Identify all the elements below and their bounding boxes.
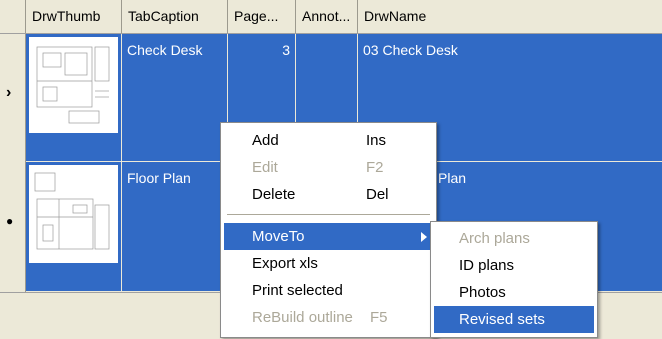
submenu-item-id-plans[interactable]: ID plans bbox=[434, 252, 594, 279]
menu-item-add[interactable]: Add Ins bbox=[224, 127, 433, 154]
drawing-thumbnail-image bbox=[36, 46, 110, 124]
submenu-item-label: Arch plans bbox=[459, 230, 530, 247]
menu-item-label: Export xls bbox=[252, 255, 318, 272]
menu-item-label: ReBuild outline bbox=[252, 309, 353, 326]
menu-item-label: Print selected bbox=[252, 282, 343, 299]
thumbnail-cell[interactable] bbox=[26, 162, 122, 292]
menu-item-shortcut: Del bbox=[366, 186, 389, 203]
row-indicator[interactable]: ● bbox=[0, 162, 26, 292]
drawing-thumbnail bbox=[29, 37, 118, 133]
column-header-tabcaption[interactable]: TabCaption bbox=[122, 0, 228, 33]
submenu-item-revised-sets[interactable]: Revised sets bbox=[434, 306, 594, 333]
menu-item-shortcut: Ins bbox=[366, 132, 387, 149]
menu-item-print-selected[interactable]: Print selected bbox=[224, 277, 433, 304]
column-header-annot[interactable]: Annot... bbox=[296, 0, 358, 33]
context-menu: Add Ins Edit F2 Delete Del MoveTo Export… bbox=[220, 122, 437, 338]
menu-item-shortcut: F5 bbox=[370, 309, 388, 326]
column-header-drwname[interactable]: DrwName bbox=[358, 0, 662, 33]
menu-separator bbox=[227, 214, 430, 215]
row-dot-icon: ● bbox=[6, 214, 14, 228]
menu-item-shortcut: F2 bbox=[366, 159, 384, 176]
moveto-submenu: Arch plans ID plans Photos Revised sets bbox=[430, 221, 598, 338]
menu-item-rebuild-outline[interactable]: ReBuild outline F5 bbox=[224, 304, 433, 331]
menu-item-edit[interactable]: Edit F2 bbox=[224, 154, 433, 181]
header-corner bbox=[0, 0, 26, 33]
menu-item-label: Delete bbox=[252, 186, 296, 203]
menu-item-label: MoveTo bbox=[252, 228, 305, 245]
menu-item-delete[interactable]: Delete Del bbox=[224, 181, 433, 208]
submenu-item-label: Revised sets bbox=[459, 311, 545, 328]
submenu-item-label: ID plans bbox=[459, 257, 515, 274]
menu-item-label: Edit bbox=[252, 159, 278, 176]
table-cell-tabcaption[interactable]: Floor Plan bbox=[122, 162, 228, 292]
menu-item-export-xls[interactable]: Export xls bbox=[224, 250, 433, 277]
column-header-drwthumb[interactable]: DrwThumb bbox=[26, 0, 122, 33]
grid-header: DrwThumb TabCaption Page... Annot... Drw… bbox=[0, 0, 662, 34]
menu-item-moveto[interactable]: MoveTo bbox=[224, 223, 433, 250]
row-indicator[interactable]: › bbox=[0, 34, 26, 162]
submenu-item-photos[interactable]: Photos bbox=[434, 279, 594, 306]
submenu-item-arch-plans[interactable]: Arch plans bbox=[434, 225, 594, 252]
drawing-thumbnail-image bbox=[34, 172, 110, 250]
submenu-item-label: Photos bbox=[459, 284, 506, 301]
submenu-arrow-icon bbox=[421, 232, 427, 242]
menu-item-label: Add bbox=[252, 132, 279, 149]
drawing-thumbnail bbox=[29, 165, 118, 263]
table-cell-tabcaption[interactable]: Check Desk bbox=[122, 34, 228, 162]
current-row-arrow-icon: › bbox=[6, 84, 12, 101]
thumbnail-cell[interactable] bbox=[26, 34, 122, 162]
column-header-page[interactable]: Page... bbox=[228, 0, 296, 33]
